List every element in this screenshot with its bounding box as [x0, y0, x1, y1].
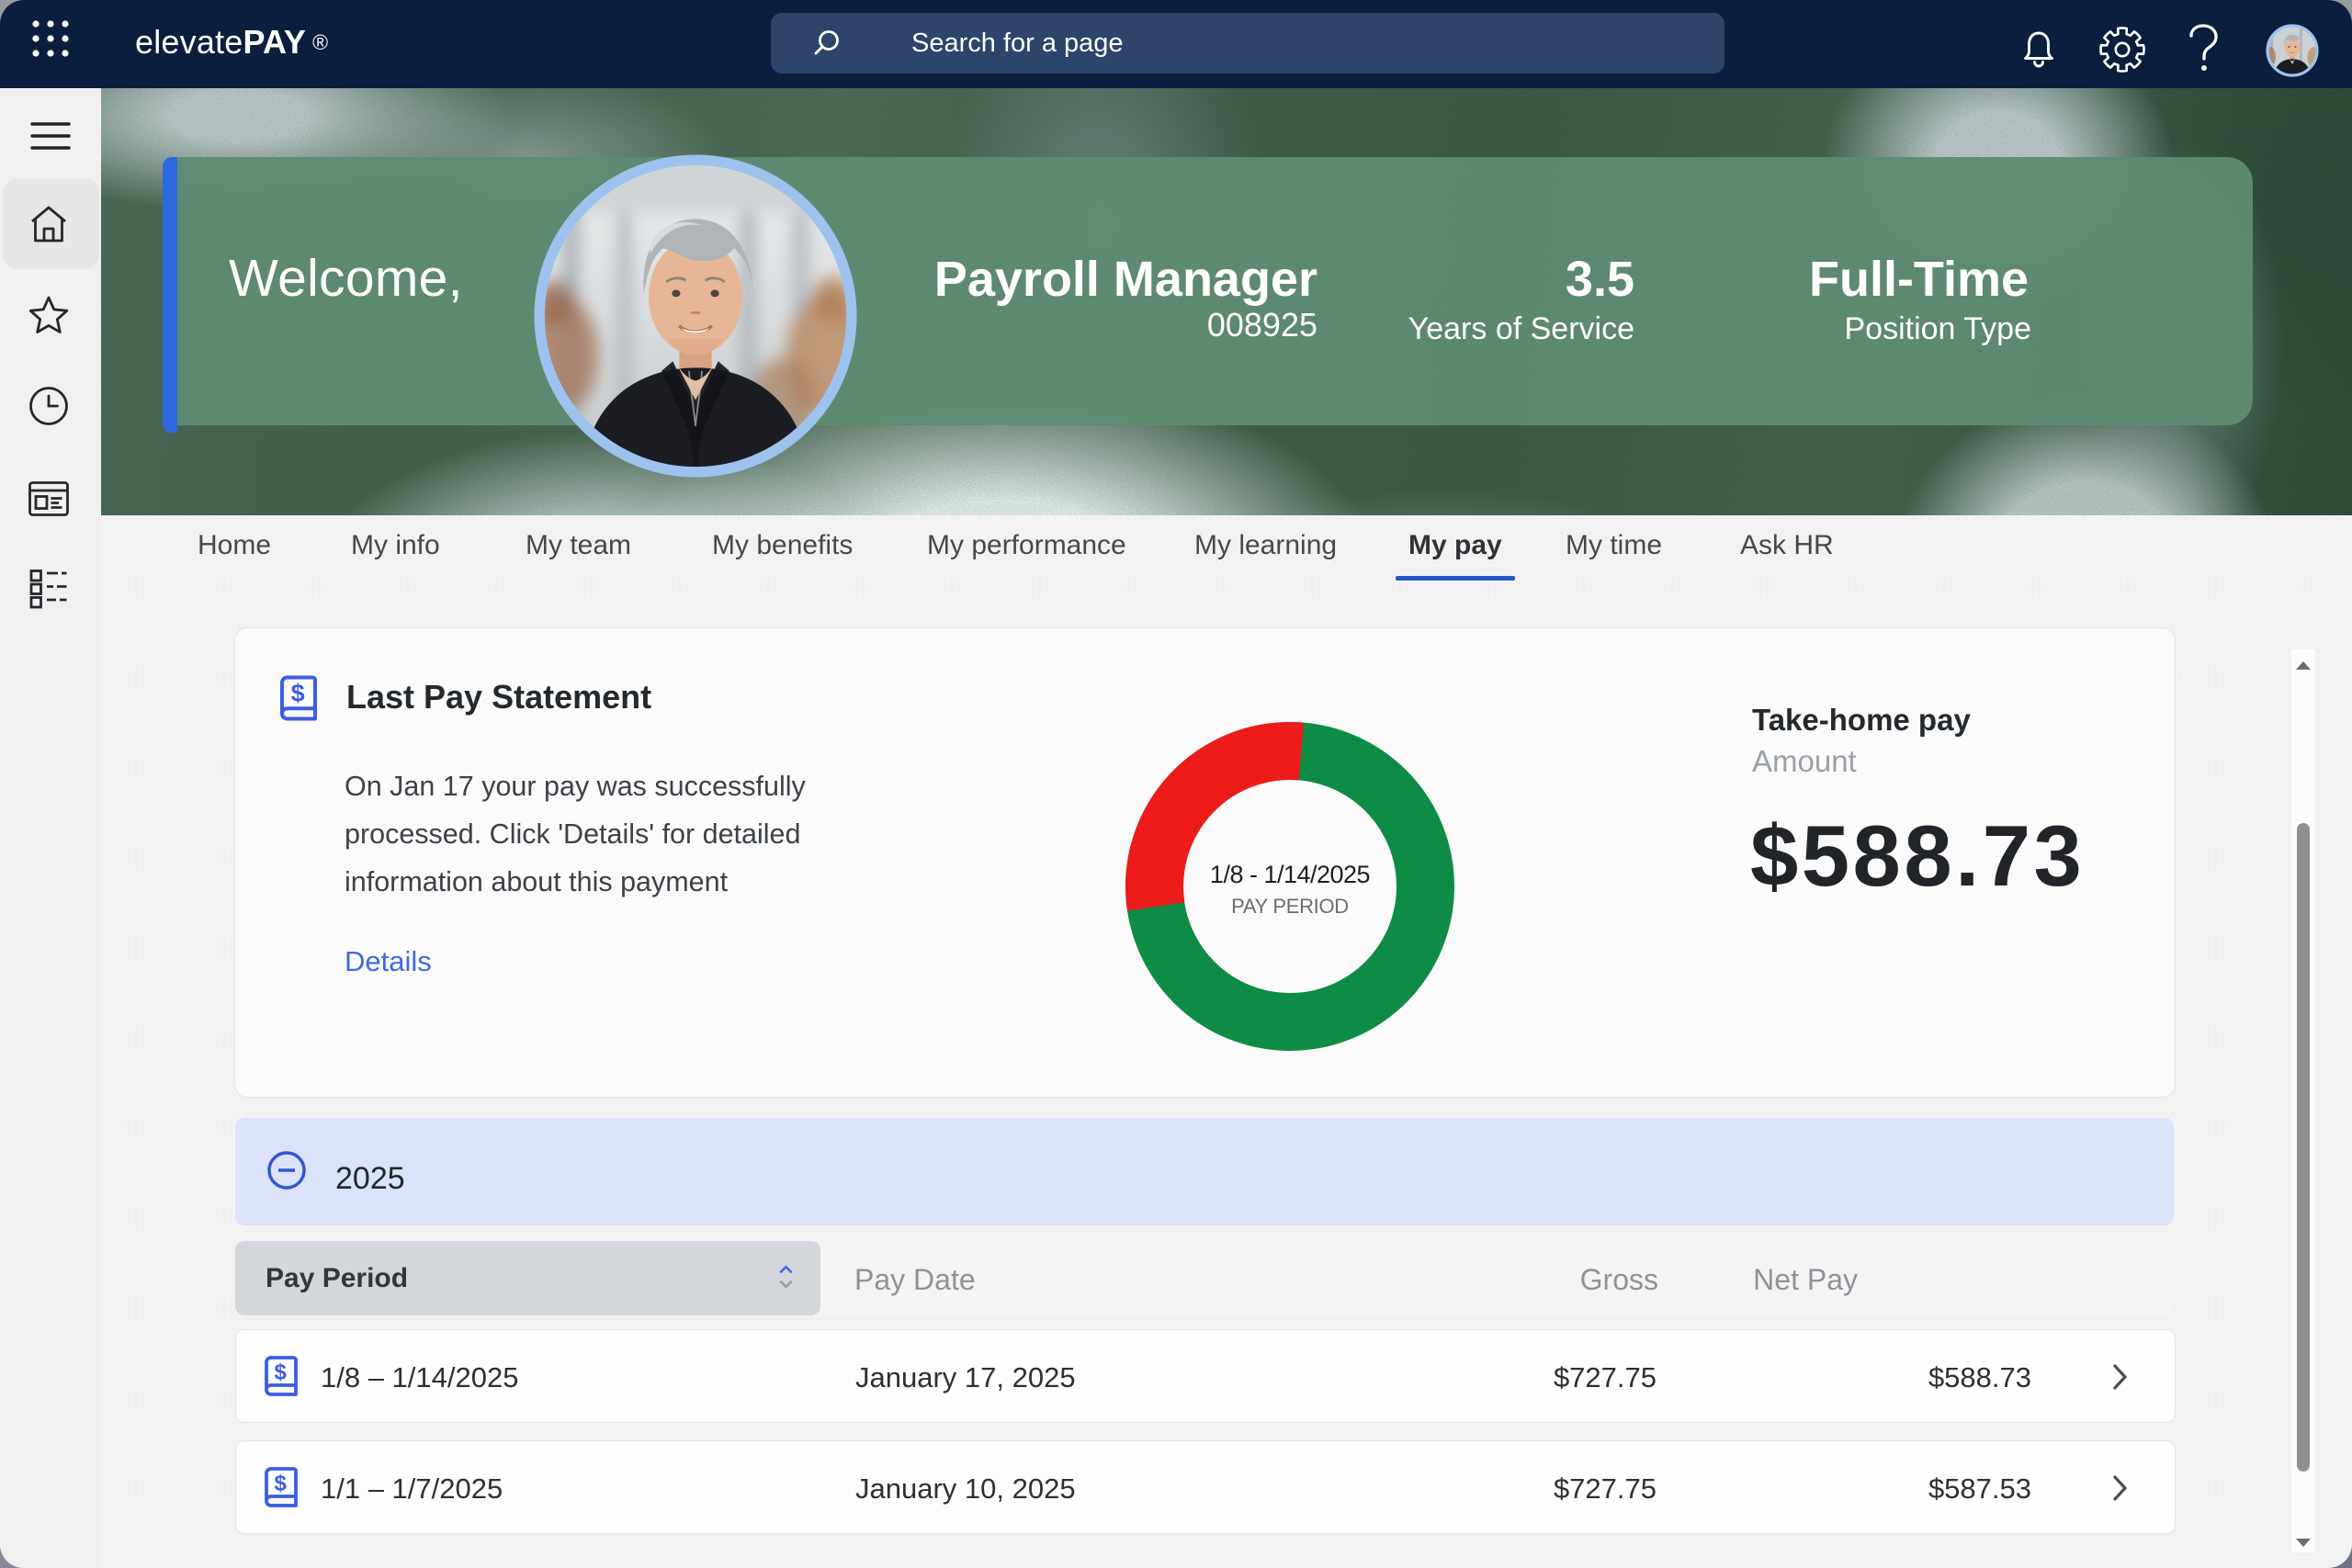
svg-text:$: $ [291, 680, 305, 707]
svg-text:$: $ [275, 1472, 288, 1496]
svg-text:$: $ [275, 1360, 288, 1385]
